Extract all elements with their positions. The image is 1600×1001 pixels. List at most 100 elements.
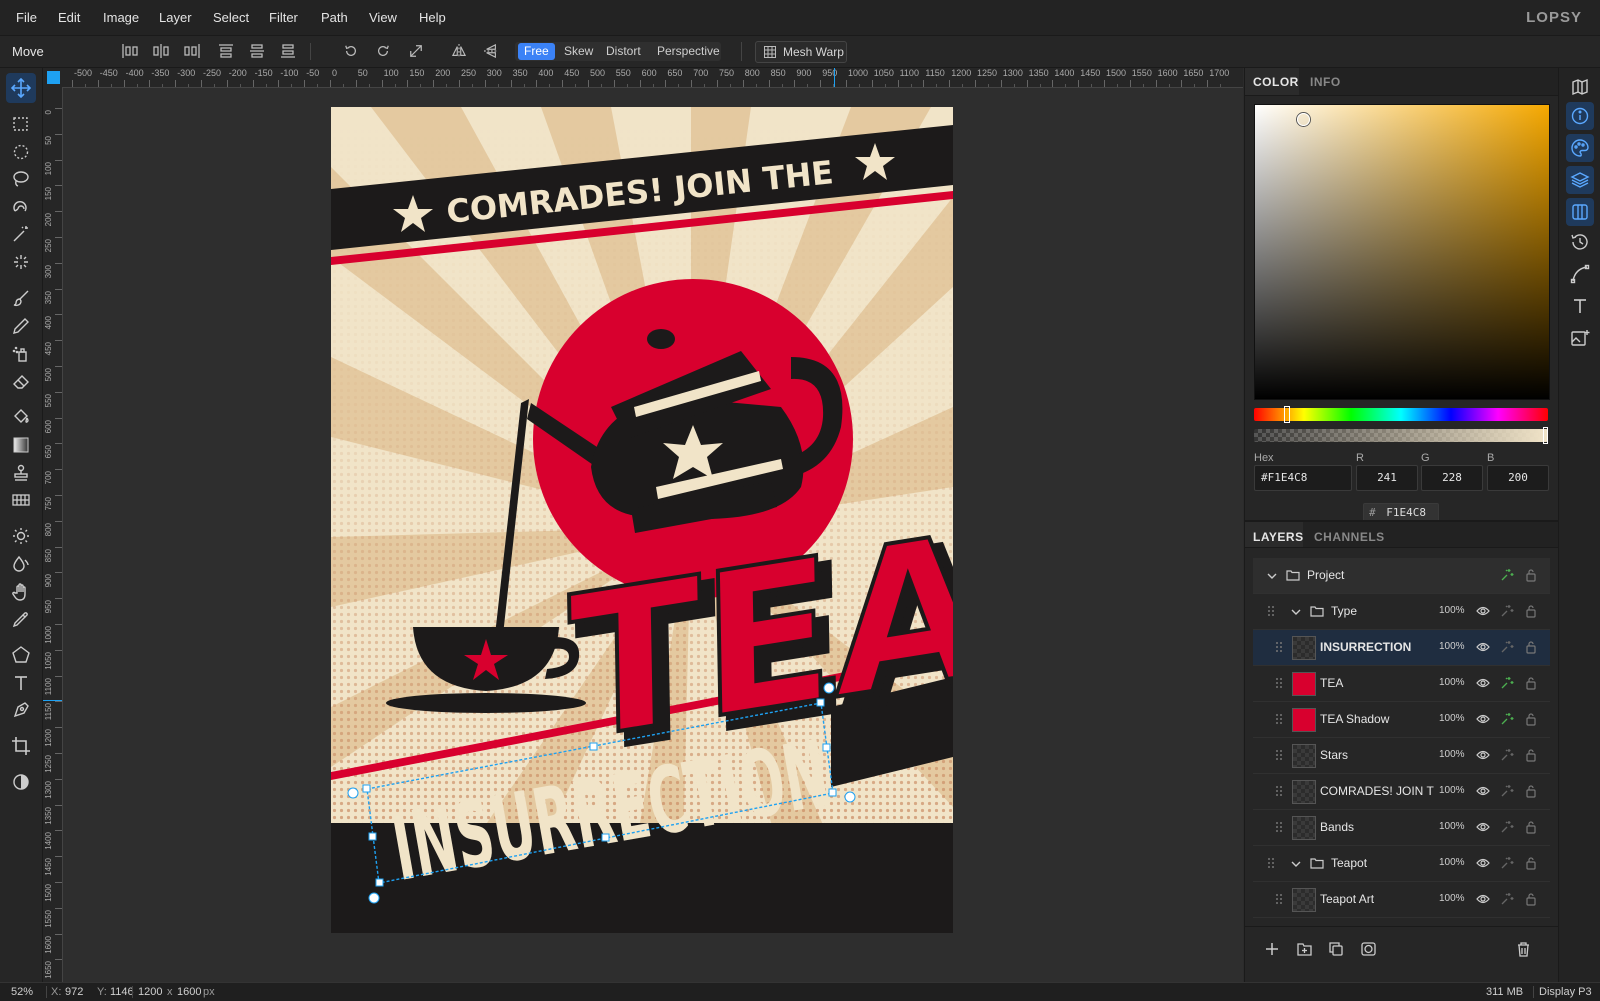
layer-row[interactable]: Bands 100% (1253, 810, 1550, 846)
transform-handle-tl[interactable] (362, 784, 371, 793)
eraser-tool[interactable] (11, 371, 31, 391)
lock-icon[interactable] (1524, 640, 1538, 654)
quick-mask-toggle[interactable] (11, 772, 31, 792)
layer-row[interactable]: Teapot Art 100% (1253, 882, 1550, 918)
tab-info[interactable]: INFO (1310, 75, 1341, 89)
effects-wand-icon[interactable] (1500, 820, 1514, 834)
visibility-eye-icon[interactable] (1476, 712, 1490, 726)
b-input[interactable]: 200 (1487, 465, 1549, 491)
color-profile[interactable]: Display P3 (1539, 986, 1592, 998)
saturation-value-field[interactable] (1254, 104, 1550, 400)
crop-tool[interactable] (11, 736, 31, 756)
gradient-tool[interactable] (11, 435, 31, 455)
scale-icon[interactable] (408, 44, 424, 58)
magnetic-lasso-tool[interactable] (11, 197, 31, 217)
layer-group-row[interactable]: Project (1253, 558, 1550, 594)
layer-row[interactable]: Stars 100% (1253, 738, 1550, 774)
effects-wand-icon[interactable] (1500, 748, 1514, 762)
transform-handle-bl[interactable] (375, 878, 384, 887)
rotate-cw-icon[interactable] (375, 44, 391, 58)
visibility-eye-icon[interactable] (1476, 640, 1490, 654)
text-tool[interactable] (11, 673, 31, 693)
drag-handle-icon[interactable] (1267, 605, 1275, 617)
menu-filter[interactable]: Filter (269, 10, 298, 25)
transform-mode-distort[interactable]: Distort (600, 43, 647, 60)
chevron-down-icon[interactable] (1289, 605, 1303, 619)
transform-handle-b[interactable] (601, 833, 610, 842)
rotate-handle-tl[interactable] (347, 787, 359, 799)
visibility-eye-icon[interactable] (1476, 748, 1490, 762)
chevron-down-icon[interactable] (1265, 569, 1279, 583)
info-panel-button[interactable] (1566, 102, 1594, 130)
drag-handle-icon[interactable] (1267, 857, 1275, 869)
visibility-eye-icon[interactable] (1476, 820, 1490, 834)
ellipse-select-tool[interactable] (11, 142, 31, 162)
tab-layers[interactable]: LAYERS (1253, 530, 1304, 544)
chevron-down-icon[interactable] (1289, 857, 1303, 871)
layer-opacity[interactable]: 100% (1439, 857, 1465, 868)
layer-row[interactable]: TEA Shadow 100% (1253, 702, 1550, 738)
layer-opacity[interactable]: 100% (1439, 821, 1465, 832)
layer-opacity[interactable]: 100% (1439, 749, 1465, 760)
pencil-tool[interactable] (11, 316, 31, 336)
g-input[interactable]: 228 (1421, 465, 1483, 491)
lock-icon[interactable] (1524, 712, 1538, 726)
align-bottom-icon[interactable] (280, 44, 296, 58)
layer-opacity[interactable]: 100% (1439, 605, 1465, 616)
visibility-eye-icon[interactable] (1476, 856, 1490, 870)
transform-handle-tr[interactable] (816, 698, 825, 707)
poster-artwork[interactable]: COMRADES! JOIN THE TEA TEA INSURRECTION (331, 107, 953, 933)
drag-handle-icon[interactable] (1275, 749, 1283, 761)
effects-wand-icon[interactable] (1500, 892, 1514, 906)
lock-icon[interactable] (1524, 568, 1538, 582)
stamp-tool[interactable] (11, 463, 31, 483)
pen-tool[interactable] (11, 700, 31, 720)
add-layer-icon[interactable] (1265, 942, 1279, 956)
ruler-origin-marker[interactable] (47, 71, 60, 84)
lasso-tool[interactable] (11, 169, 31, 189)
layers-panel-button[interactable] (1566, 166, 1594, 194)
menu-layer[interactable]: Layer (159, 10, 192, 25)
rotate-ccw-icon[interactable] (343, 44, 359, 58)
drag-handle-icon[interactable] (1275, 893, 1283, 905)
new-group-icon[interactable] (1297, 942, 1312, 956)
transform-mode-free[interactable]: Free (518, 43, 555, 60)
shape-tool[interactable] (11, 645, 31, 665)
transform-handle-r[interactable] (822, 743, 831, 752)
flip-vertical-icon[interactable] (483, 44, 499, 58)
pattern-tool[interactable] (11, 490, 31, 510)
flip-horizontal-icon[interactable] (451, 44, 467, 58)
tab-color[interactable]: COLOR (1253, 75, 1299, 89)
menu-view[interactable]: View (369, 10, 397, 25)
align-right-icon[interactable] (184, 44, 200, 58)
rotate-handle-bl[interactable] (368, 892, 380, 904)
effects-wand-icon[interactable] (1500, 784, 1514, 798)
lock-icon[interactable] (1524, 676, 1538, 690)
align-left-icon[interactable] (122, 44, 138, 58)
fill-tool[interactable] (11, 407, 31, 427)
rect-select-tool[interactable] (11, 114, 31, 134)
channels-panel-button[interactable] (1566, 198, 1594, 226)
visibility-eye-icon[interactable] (1476, 604, 1490, 618)
effects-wand-icon[interactable] (1500, 604, 1514, 618)
drag-handle-icon[interactable] (1275, 677, 1283, 689)
vertical-ruler[interactable]: 0 50 100 150 200 250 300 350 400 450 500 550 600 650 7… (43, 88, 63, 982)
history-icon[interactable] (1570, 232, 1590, 252)
layer-opacity[interactable]: 100% (1439, 893, 1465, 904)
navigator-map-icon[interactable] (1570, 77, 1590, 97)
layer-mask-icon[interactable] (1361, 942, 1376, 956)
layer-row[interactable]: INSURRECTION 100% (1253, 630, 1550, 666)
layer-row[interactable]: TEA 100% (1253, 666, 1550, 702)
visibility-eye-icon[interactable] (1476, 676, 1490, 690)
move-tool[interactable] (6, 73, 36, 103)
layer-opacity[interactable]: 100% (1439, 677, 1465, 688)
image-adjust-icon[interactable] (1570, 328, 1590, 348)
character-icon[interactable] (1570, 296, 1590, 316)
lock-icon[interactable] (1524, 784, 1538, 798)
eyedropper-tool[interactable] (11, 609, 31, 629)
magic-wand-tool[interactable] (11, 224, 31, 244)
layer-group-row[interactable]: Teapot 100% (1253, 846, 1550, 882)
lock-icon[interactable] (1524, 856, 1538, 870)
drag-handle-icon[interactable] (1275, 713, 1283, 725)
blur-tool[interactable] (11, 554, 31, 574)
